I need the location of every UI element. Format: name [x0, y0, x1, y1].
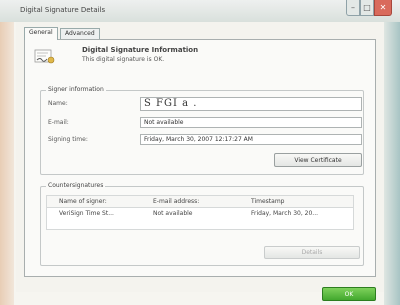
view-certificate-label: View Certificate	[294, 156, 342, 164]
column-header-timestamp[interactable]: Timestamp	[251, 198, 351, 205]
tab-general[interactable]: General	[24, 27, 58, 40]
maximize-icon: □	[363, 3, 371, 12]
email-field: Not available	[140, 117, 362, 128]
close-button[interactable]: ✕	[374, 0, 392, 16]
details-label: Details	[301, 249, 323, 256]
signature-status-text: This digital signature is OK.	[82, 56, 165, 63]
name-field: S FGI a .	[140, 97, 362, 111]
table-row[interactable]: VeriSign Time St... Not available Friday…	[47, 209, 353, 219]
ok-label: OK	[344, 290, 354, 298]
signing-time-label: Signing time:	[48, 136, 88, 143]
signing-time-field: Friday, March 30, 2007 12:17:27 AM	[140, 134, 362, 145]
view-certificate-button[interactable]: View Certificate	[274, 153, 362, 167]
row-signer-name: VeriSign Time St...	[59, 210, 114, 217]
column-header-name[interactable]: Name of signer:	[59, 198, 145, 205]
window-title: Digital Signature Details	[20, 6, 106, 14]
close-icon: ✕	[379, 3, 387, 12]
ok-button[interactable]: OK	[322, 287, 376, 301]
tab-advanced-label: Advanced	[65, 30, 95, 37]
name-label: Name:	[48, 100, 68, 107]
minimize-icon: –	[351, 3, 355, 12]
minimize-button[interactable]: –	[346, 0, 360, 16]
row-timestamp: Friday, March 30, 20...	[251, 210, 319, 217]
column-header-email[interactable]: E-mail address:	[153, 198, 241, 205]
signature-status-heading: Digital Signature Information	[82, 46, 199, 54]
countersignatures-list[interactable]: Name of signer: E-mail address: Timestam…	[46, 195, 354, 230]
window-frame-left	[0, 0, 14, 305]
tab-general-label: General	[29, 29, 53, 36]
window-frame-right	[384, 0, 400, 305]
email-label: E-mail:	[48, 119, 69, 126]
signer-information-label: Signer information	[46, 86, 106, 93]
details-button[interactable]: Details	[264, 246, 360, 259]
maximize-button[interactable]: □	[360, 0, 374, 16]
countersignatures-label: Countersignatures	[46, 182, 106, 189]
row-email: Not available	[153, 210, 193, 217]
list-header: Name of signer: E-mail address: Timestam…	[47, 196, 353, 208]
title-bar[interactable]: Digital Signature Details	[0, 0, 400, 22]
signature-certificate-icon	[34, 48, 56, 65]
